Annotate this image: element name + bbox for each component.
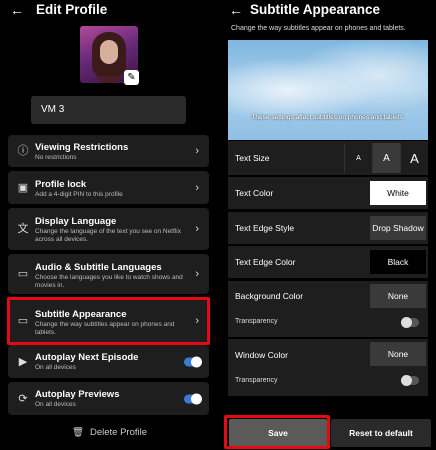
save-button[interactable]: Save xyxy=(229,419,327,447)
text-edge-color-label: Text Edge Color xyxy=(235,257,296,267)
reset-to-default-button[interactable]: Reset to default xyxy=(331,419,431,447)
background-transparency-toggle[interactable] xyxy=(401,317,419,328)
page-title: Edit Profile xyxy=(36,2,108,17)
info-icon: ⓘ xyxy=(17,145,29,157)
text-size-label: Text Size xyxy=(235,153,270,163)
text-edge-style-button[interactable]: Drop Shadow xyxy=(370,216,426,240)
autoplay-previews-toggle[interactable] xyxy=(184,393,202,404)
window-color-row: Window Color None Transparency xyxy=(228,339,428,396)
window-transparency-label: Transparency xyxy=(235,377,278,384)
trash-icon: 🗑 xyxy=(72,427,85,438)
autoplay-next-episode-row: ▶ Autoplay Next Episode On all devices xyxy=(8,345,209,378)
row-title: Profile lock xyxy=(35,179,87,190)
autoplay-previews-row: ⟳ Autoplay Previews On all devices xyxy=(8,382,209,415)
background-transparency-label: Transparency xyxy=(235,318,278,325)
row-subtitle: On all devices xyxy=(35,401,76,408)
back-arrow-icon[interactable]: ← xyxy=(229,3,243,17)
chevron-right-icon: › xyxy=(195,268,199,280)
window-color-label: Window Color xyxy=(235,350,288,360)
text-edge-style-row: Text Edge Style Drop Shadow xyxy=(228,212,428,244)
text-size-medium-button[interactable]: A xyxy=(372,143,400,173)
text-size-row: Text Size A A A xyxy=(228,141,428,175)
subtitles-icon: ▭ xyxy=(17,268,29,280)
text-color-row: Text Color White xyxy=(228,177,428,209)
text-size-small-button[interactable]: A xyxy=(344,143,372,173)
chevron-right-icon: › xyxy=(195,181,199,194)
row-title: Viewing Restrictions xyxy=(35,142,129,153)
row-subtitle: Change the way subtitles appear on phone… xyxy=(35,321,175,336)
row-title: Autoplay Previews xyxy=(35,389,120,400)
text-edge-style-label: Text Edge Style xyxy=(235,223,295,233)
subtitle-appearance-screen: ← Subtitle Appearance Change the way sub… xyxy=(219,0,436,450)
viewing-restrictions-row[interactable]: ⓘ Viewing Restrictions No restrictions › xyxy=(8,135,209,167)
subtitle-style-icon: ▭ xyxy=(17,315,29,327)
subtitle-appearance-row[interactable]: ▭ Subtitle Appearance Change the way sub… xyxy=(8,300,209,342)
text-color-button[interactable]: White xyxy=(370,181,426,205)
row-subtitle: No restrictions xyxy=(35,154,77,161)
row-title: Display Language xyxy=(35,216,117,227)
row-title: Autoplay Next Episode xyxy=(35,352,139,363)
display-language-row[interactable]: 文 Display Language Change the language o… xyxy=(8,208,209,250)
delete-profile-button[interactable]: 🗑 Delete Profile xyxy=(72,427,147,438)
row-subtitle: On all devices xyxy=(35,364,76,371)
preview-caption: These settings affect subtitles on phone… xyxy=(251,114,405,121)
text-size-large-button[interactable]: A xyxy=(400,143,428,173)
row-subtitle: Choose the languages you like to watch s… xyxy=(35,274,183,289)
text-edge-color-button[interactable]: Black xyxy=(370,250,426,274)
row-subtitle: Add a 4-digit PIN to this profile xyxy=(35,191,123,198)
background-color-label: Background Color xyxy=(235,291,304,301)
background-color-button[interactable]: None xyxy=(370,284,426,308)
audio-subtitle-languages-row[interactable]: ▭ Audio & Subtitle Languages Choose the … xyxy=(8,254,209,294)
row-title: Audio & Subtitle Languages xyxy=(35,262,162,273)
text-color-label: Text Color xyxy=(235,188,274,198)
translate-icon: 文 xyxy=(17,223,29,235)
text-size-selector: A A A xyxy=(344,143,428,173)
row-title: Subtitle Appearance xyxy=(35,309,127,320)
row-subtitle: Change the language of the text you see … xyxy=(35,228,181,243)
page-title: Subtitle Appearance xyxy=(250,2,381,17)
autoplay-next-toggle[interactable] xyxy=(184,356,202,367)
chevron-right-icon: › xyxy=(195,145,199,157)
chevron-right-icon: › xyxy=(195,315,199,327)
delete-profile-label: Delete Profile xyxy=(90,427,148,438)
profile-name-input[interactable]: VM 3 xyxy=(31,96,186,124)
autoplay-icon: ▶ xyxy=(18,355,28,368)
edit-profile-screen: ← Edit Profile ✎ VM 3 ⓘ Viewing Restrict… xyxy=(0,0,217,450)
profile-lock-row[interactable]: ▣ Profile lock Add a 4-digit PIN to this… xyxy=(8,171,209,204)
text-edge-color-row: Text Edge Color Black xyxy=(228,246,428,278)
pencil-icon[interactable]: ✎ xyxy=(124,70,139,85)
chevron-right-icon: › xyxy=(195,223,199,235)
subtitle-preview: These settings affect subtitles on phone… xyxy=(228,40,428,140)
window-transparency-toggle[interactable] xyxy=(401,375,419,386)
intro-text: Change the way subtitles appear on phone… xyxy=(231,25,406,32)
window-color-button[interactable]: None xyxy=(370,342,426,366)
background-color-row: Background Color None Transparency xyxy=(228,281,428,337)
refresh-icon: ⟳ xyxy=(18,392,28,405)
back-arrow-icon[interactable]: ← xyxy=(10,3,24,17)
lock-icon: ▣ xyxy=(17,181,29,194)
